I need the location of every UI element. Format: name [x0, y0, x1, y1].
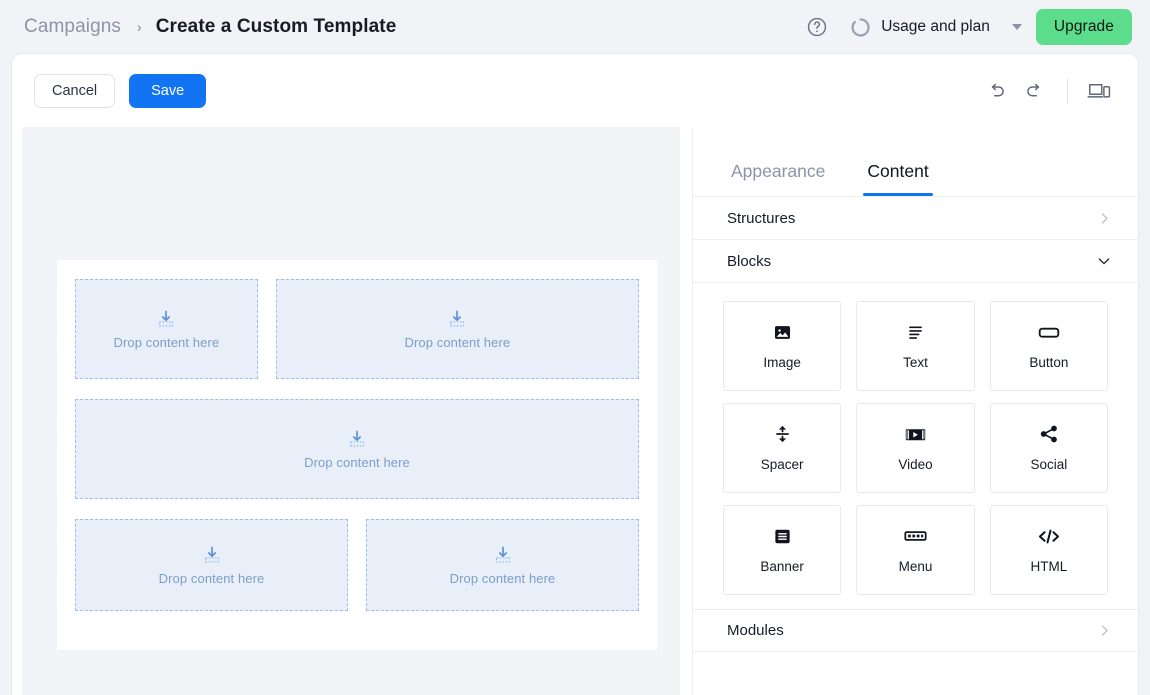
device-preview-icon[interactable] — [1082, 76, 1116, 106]
panel-tabs: Appearance Content — [693, 127, 1138, 197]
block-tile-button[interactable]: Button — [989, 301, 1108, 391]
block-label: Banner — [760, 559, 804, 574]
content-side-panel: Appearance Content Structures Blocks Ima… — [692, 127, 1138, 695]
template-row: Drop content here Drop content here — [75, 279, 639, 379]
block-label: Button — [1029, 355, 1069, 370]
template-row: Drop content here — [75, 399, 639, 499]
dropzone-label: Drop content here — [158, 570, 265, 586]
drop-here-icon — [349, 430, 365, 447]
drop-here-icon — [450, 310, 465, 327]
cancel-button[interactable]: Cancel — [34, 73, 116, 108]
block-label: Spacer — [760, 457, 804, 472]
email-template-card: Drop content here Drop content here Drop… — [57, 260, 657, 650]
tab-content[interactable]: Content — [863, 161, 933, 196]
blocks-grid: Image Text Button Spacer Video Social Ba… — [693, 283, 1138, 609]
breadcrumb-campaigns[interactable]: Campaigns — [24, 16, 121, 38]
video-icon — [904, 424, 927, 444]
block-label: Social — [1030, 457, 1068, 472]
dropzone-label: Drop content here — [113, 334, 220, 350]
accordion-structures-label: Structures — [727, 209, 796, 227]
drop-here-icon — [159, 310, 174, 327]
share-icon — [1039, 424, 1059, 444]
block-tile-menu[interactable]: Menu — [856, 505, 975, 595]
drop-here-icon — [204, 546, 219, 563]
dropzone-label: Drop content here — [304, 454, 410, 470]
image-icon — [773, 322, 792, 342]
chevron-right-icon — [1097, 623, 1112, 638]
block-tile-image[interactable]: Image — [723, 301, 842, 391]
block-tile-html[interactable]: HTML — [989, 505, 1108, 595]
dropzone-label: Drop content here — [449, 570, 556, 586]
app-root: Campaigns › Create a Custom Template Usa… — [0, 0, 1150, 695]
toolbar-divider — [1067, 77, 1068, 104]
usage-and-plan-menu[interactable]: Usage and plan — [850, 17, 1022, 38]
dropzone[interactable]: Drop content here — [275, 279, 639, 379]
dropzone[interactable]: Drop content here — [75, 279, 258, 379]
dropzone[interactable]: Drop content here — [366, 519, 639, 611]
block-label: Video — [898, 457, 933, 472]
template-row: Drop content here Drop content here — [75, 519, 639, 611]
upgrade-button[interactable]: Upgrade — [1035, 9, 1132, 45]
question-circle-icon[interactable] — [806, 16, 828, 38]
block-label: Image — [763, 355, 801, 370]
code-icon — [1037, 526, 1061, 546]
breadcrumb-separator-icon: › — [137, 19, 142, 35]
usage-and-plan-label: Usage and plan — [881, 18, 990, 35]
chevron-right-icon — [1097, 211, 1112, 226]
banner-icon — [773, 526, 792, 546]
block-label: Text — [903, 355, 928, 370]
top-bar-actions: Usage and plan Upgrade — [806, 9, 1132, 45]
block-tile-banner[interactable]: Banner — [723, 505, 842, 595]
usage-ring-icon — [851, 17, 870, 37]
page-title: Create a Custom Template — [155, 16, 397, 37]
block-tile-text[interactable]: Text — [856, 301, 975, 391]
toolbar-right-actions — [979, 76, 1116, 106]
dropzone-label: Drop content here — [404, 334, 511, 350]
block-tile-video[interactable]: Video — [856, 403, 975, 493]
block-label: HTML — [1030, 559, 1068, 574]
editor-panel: Cancel Save Drop content here Drop conte… — [12, 54, 1138, 695]
save-button[interactable]: Save — [129, 73, 207, 108]
spacer-icon — [773, 424, 792, 444]
accordion-structures[interactable]: Structures — [693, 197, 1138, 240]
top-bar: Campaigns › Create a Custom Template Usa… — [0, 0, 1150, 54]
redo-icon[interactable] — [1017, 76, 1051, 106]
email-canvas: Drop content here Drop content here Drop… — [22, 127, 680, 695]
accordion-blocks[interactable]: Blocks — [693, 240, 1138, 283]
dropzone[interactable]: Drop content here — [75, 399, 639, 499]
accordion-modules[interactable]: Modules — [693, 609, 1138, 652]
dropzone[interactable]: Drop content here — [75, 519, 348, 611]
editor-toolbar: Cancel Save — [12, 54, 1138, 127]
block-tile-social[interactable]: Social — [989, 403, 1108, 493]
accordion-modules-label: Modules — [727, 622, 784, 639]
menu-icon — [904, 526, 927, 546]
tab-appearance[interactable]: Appearance — [727, 161, 829, 196]
text-lines-icon — [906, 322, 925, 342]
chevron-down-icon — [1096, 253, 1112, 269]
accordion-blocks-label: Blocks — [727, 252, 772, 270]
chevron-down-icon[interactable] — [1011, 24, 1022, 30]
block-tile-spacer[interactable]: Spacer — [723, 403, 842, 493]
undo-icon[interactable] — [979, 76, 1013, 106]
block-label: Menu — [898, 559, 933, 574]
drop-here-icon — [495, 546, 510, 563]
button-icon — [1038, 322, 1060, 342]
